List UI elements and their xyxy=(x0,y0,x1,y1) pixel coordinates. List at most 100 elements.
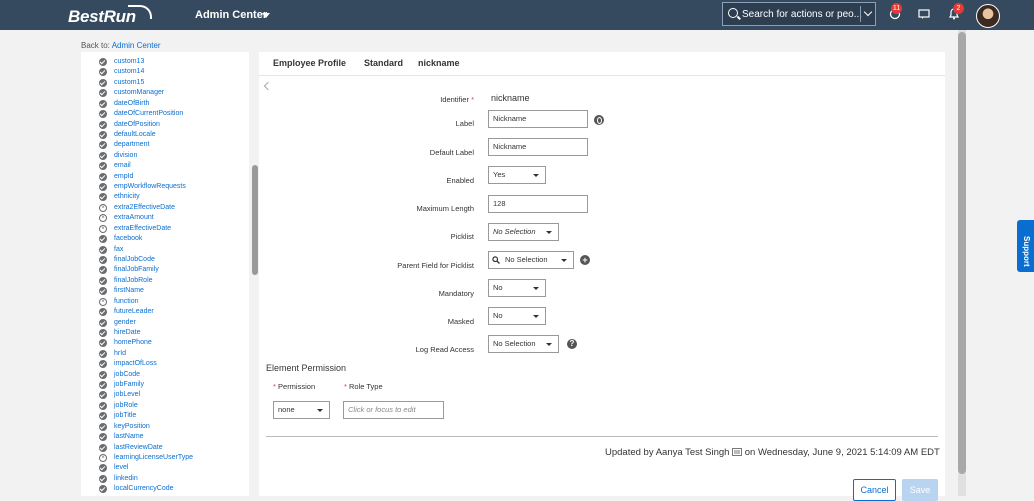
list-item-label[interactable]: lastReviewDate xyxy=(114,444,163,451)
caret-down-icon[interactable] xyxy=(262,13,270,18)
company-logo[interactable]: BestRun xyxy=(68,7,136,27)
list-item[interactable]: × function xyxy=(99,297,139,307)
list-item[interactable]: finalJobFamily xyxy=(99,265,159,275)
add-icon[interactable]: + xyxy=(580,255,590,265)
list-item-label[interactable]: finalJobCode xyxy=(114,256,155,263)
list-item[interactable]: × extra2EffectiveDate xyxy=(99,203,175,213)
help-icon[interactable]: ? xyxy=(567,339,577,349)
id-card-icon[interactable] xyxy=(732,448,743,457)
list-item-label[interactable]: homePhone xyxy=(114,339,152,346)
list-item-label[interactable]: facebook xyxy=(114,235,142,242)
list-item[interactable]: jobRole xyxy=(99,401,138,411)
list-item-label[interactable]: dateOfBirth xyxy=(114,100,149,107)
list-item-label[interactable]: custom13 xyxy=(114,58,144,65)
list-item[interactable]: customManager xyxy=(99,88,164,98)
list-item[interactable]: level xyxy=(99,463,128,473)
list-item-label[interactable]: extraAmount xyxy=(114,214,154,221)
list-item[interactable]: futureLeader xyxy=(99,307,154,317)
list-item[interactable]: × extraAmount xyxy=(99,213,154,223)
list-item-label[interactable]: learningLicenseUserType xyxy=(114,454,193,461)
list-item[interactable]: custom14 xyxy=(99,67,144,77)
list-item-label[interactable]: jobFamily xyxy=(114,381,144,388)
max-length-input[interactable]: 128 xyxy=(488,195,588,213)
list-item[interactable]: ethnicity xyxy=(99,192,140,202)
list-item-label[interactable]: ethnicity xyxy=(114,193,140,200)
list-item[interactable]: custom13 xyxy=(99,57,144,67)
list-item-label[interactable]: hireDate xyxy=(114,329,140,336)
list-item-label[interactable]: dateOfCurrentPosition xyxy=(114,110,183,117)
list-item-label[interactable]: hrId xyxy=(114,350,126,357)
support-tab[interactable]: Support xyxy=(1017,220,1034,272)
list-item[interactable]: gender xyxy=(99,318,136,328)
tab-standard[interactable]: Standard xyxy=(364,58,403,68)
list-item[interactable]: dateOfBirth xyxy=(99,99,149,109)
list-item-label[interactable]: gender xyxy=(114,319,136,326)
list-item[interactable]: empId xyxy=(99,172,133,182)
chat-icon[interactable] xyxy=(918,8,930,20)
role-type-input[interactable]: Click or focus to edit xyxy=(343,401,444,419)
list-item[interactable]: jobCode xyxy=(99,370,140,380)
list-item-label[interactable]: localCurrencyCode xyxy=(114,485,174,492)
list-item-label[interactable]: jobTitle xyxy=(114,412,136,419)
list-item-label[interactable]: jobLevel xyxy=(114,391,140,398)
list-item[interactable]: localCurrencyCode xyxy=(99,484,174,494)
tab-nickname[interactable]: nickname xyxy=(418,58,460,68)
list-item-label[interactable]: function xyxy=(114,298,139,305)
page-scrollbar-thumb[interactable] xyxy=(958,32,966,474)
field-list-scrollbar[interactable] xyxy=(252,165,258,275)
chevron-down-icon[interactable] xyxy=(863,7,873,17)
list-item-label[interactable]: extraEffectiveDate xyxy=(114,225,171,232)
list-item-label[interactable]: jobCode xyxy=(114,371,140,378)
list-item-label[interactable]: department xyxy=(114,141,149,148)
default-label-input[interactable]: Nickname xyxy=(488,138,588,156)
list-item-label[interactable]: futureLeader xyxy=(114,308,154,315)
list-item[interactable]: empWorkflowRequests xyxy=(99,182,186,192)
back-to-admin-center-link[interactable]: Admin Center xyxy=(112,41,161,50)
list-item-label[interactable]: custom15 xyxy=(114,79,144,86)
list-item[interactable]: × extraEffectiveDate xyxy=(99,224,171,234)
search-input[interactable]: Search for actions or peo... xyxy=(742,9,862,20)
enabled-select[interactable]: Yes xyxy=(488,166,546,184)
list-item[interactable]: facebook xyxy=(99,234,142,244)
list-item-label[interactable]: firstName xyxy=(114,287,144,294)
list-item[interactable]: dateOfCurrentPosition xyxy=(99,109,183,119)
list-item[interactable]: custom15 xyxy=(99,78,144,88)
list-item[interactable]: fax xyxy=(99,245,123,255)
list-item[interactable]: jobTitle xyxy=(99,411,136,421)
list-item[interactable]: division xyxy=(99,151,137,161)
list-item[interactable]: homePhone xyxy=(99,338,152,348)
list-item[interactable]: jobFamily xyxy=(99,380,144,390)
list-item-label[interactable]: finalJobFamily xyxy=(114,266,159,273)
list-item-label[interactable]: empWorkflowRequests xyxy=(114,183,186,190)
save-button[interactable]: Save xyxy=(902,479,938,501)
list-item[interactable]: lastName xyxy=(99,432,144,442)
user-avatar[interactable] xyxy=(976,4,1000,28)
list-item[interactable]: hrId xyxy=(99,349,126,359)
list-item[interactable]: × learningLicenseUserType xyxy=(99,453,193,463)
list-item-label[interactable]: level xyxy=(114,464,128,471)
list-item-label[interactable]: impactOfLoss xyxy=(114,360,157,367)
list-item-label[interactable]: lastName xyxy=(114,433,144,440)
label-input[interactable]: Nickname xyxy=(488,110,588,128)
list-item[interactable]: lastReviewDate xyxy=(99,443,163,453)
list-item-label[interactable]: defaultLocale xyxy=(114,131,156,138)
search-box[interactable]: Search for actions or peo... xyxy=(722,2,876,26)
list-item[interactable]: finalJobRole xyxy=(99,276,153,286)
permission-select[interactable]: none xyxy=(273,401,330,419)
tab-employee-profile[interactable]: Employee Profile xyxy=(273,58,346,68)
masked-select[interactable]: No xyxy=(488,307,546,325)
admin-center-menu[interactable]: Admin Center xyxy=(195,9,267,21)
chevron-left-icon[interactable] xyxy=(263,81,273,91)
list-item[interactable]: hireDate xyxy=(99,328,140,338)
list-item-label[interactable]: division xyxy=(114,152,137,159)
list-item-label[interactable]: linkedin xyxy=(114,475,138,482)
picklist-select[interactable]: No Selection xyxy=(488,223,559,241)
list-item-label[interactable]: extra2EffectiveDate xyxy=(114,204,175,211)
list-item-label[interactable]: dateOfPosition xyxy=(114,121,160,128)
list-item-label[interactable]: jobRole xyxy=(114,402,138,409)
list-item[interactable]: dateOfPosition xyxy=(99,120,160,130)
list-item-label[interactable]: email xyxy=(114,162,131,169)
list-item[interactable]: impactOfLoss xyxy=(99,359,157,369)
list-item-label[interactable]: customManager xyxy=(114,89,164,96)
cancel-button[interactable]: Cancel xyxy=(853,479,896,501)
